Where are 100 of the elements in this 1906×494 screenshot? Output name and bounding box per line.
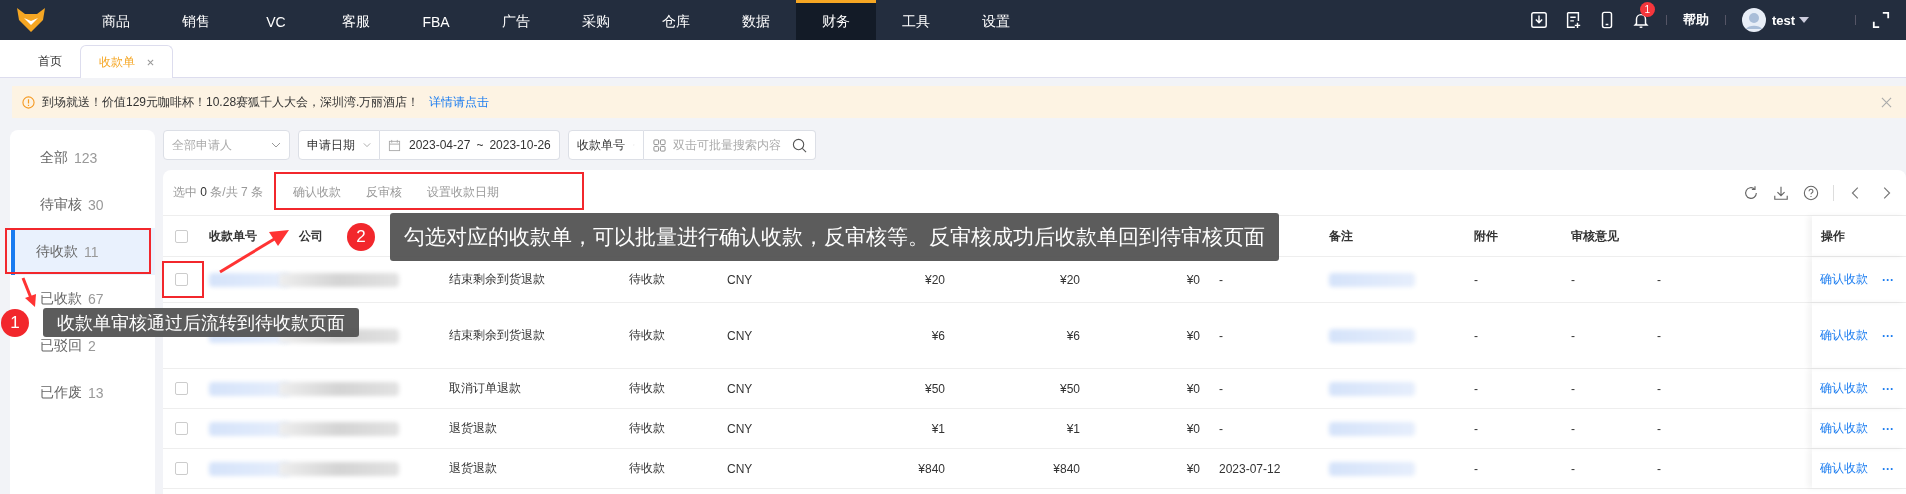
nav-item[interactable]: 仓库 [636,0,716,40]
confirm-link[interactable]: 确认收款 [1820,460,1868,477]
close-icon[interactable] [147,58,154,66]
checkbox[interactable] [175,273,188,286]
table-cell-text: 待收款 [628,420,666,437]
table-cell-text: - [1218,271,1224,289]
table-cell-text: - [1473,460,1479,478]
table-cell-text: ¥1 [930,420,946,438]
date-range-field[interactable]: 2023-04-27 ~ 2023-10-26 [380,130,560,160]
table-cell-text: - [1570,380,1576,398]
chevron-down-icon [271,142,281,148]
chevron-down-icon [363,142,371,148]
status-item[interactable]: 待收款 11 [11,228,155,275]
table-cell-text: - [1570,460,1576,478]
more-button[interactable]: ··· [1882,328,1894,343]
help-link[interactable]: 帮助 [1682,11,1709,29]
avatar-icon[interactable] [1741,8,1766,32]
confirm-link[interactable]: 确认收款 [1820,380,1868,397]
nav-item[interactable]: VC [236,0,316,40]
search-field[interactable]: 双击可批量搜索内容 [644,130,816,160]
warning-icon [22,95,35,109]
table-cell-text: ¥6 [930,327,946,345]
table-cell-text: - [1570,327,1576,345]
table-cell-text: ¥50 [1058,380,1081,398]
table-cell-text: ¥20 [923,271,946,289]
table-cell-text: ¥6 [1065,327,1081,345]
grid-icon[interactable] [653,139,666,152]
table-cell-text: - [1473,327,1479,345]
help-icon[interactable] [1803,184,1819,201]
fullscreen-icon[interactable] [1872,11,1890,29]
annotation-tooltip: 收款单审核通过后流转到待收款页面 [43,308,359,337]
table-cell-text: ¥0 [1185,327,1201,345]
table-cell-text: ¥840 [1052,460,1081,478]
confirm-link[interactable]: 确认收款 [1820,271,1868,288]
table-cell-text: 待收款 [628,271,666,288]
checkbox[interactable] [175,422,188,435]
selection-count: 选中 0 条/共 7 条 [173,184,264,201]
column-header: 审核意见 [1571,227,1619,245]
more-button[interactable]: ··· [1882,272,1894,287]
table-cell-text: - [1656,460,1662,478]
status-item[interactable]: 待审核 30 [11,181,155,228]
date-type-select[interactable]: 申请日期 [298,130,380,160]
status-item[interactable]: 全部 123 [11,134,155,181]
table-cell-text: 退货退款 [448,420,498,437]
notification-badge: 1 [1639,2,1655,17]
more-button[interactable]: ··· [1882,421,1894,436]
table-cell-text: CNY [726,420,754,438]
table-cell-text: ¥0 [1185,380,1201,398]
search-field-select[interactable]: 收款单号 [568,130,644,160]
refresh-icon[interactable] [1743,184,1759,201]
checkbox[interactable] [175,462,188,475]
nav-item[interactable]: FBA [396,0,476,40]
confirm-link[interactable]: 确认收款 [1820,327,1868,344]
table-cell-text: CNY [726,460,754,478]
checkbox[interactable] [175,229,188,243]
column-header: 操作 [1821,227,1845,245]
table-cell-text: - [1218,380,1224,398]
confirm-link[interactable]: 确认收款 [1820,420,1868,437]
table-cell-text: 待收款 [628,327,666,344]
table-cell-text: - [1656,420,1662,438]
nav-item[interactable]: 设置 [956,0,1036,40]
table-cell-text: ¥0 [1185,460,1201,478]
table-cell-text: 2023-07-12 [1218,460,1282,478]
table-cell-text: ¥840 [917,460,946,478]
nav-item[interactable]: 销售 [156,0,236,40]
column-header: 附件 [1474,227,1498,245]
table-cell-text: 待收款 [628,380,666,397]
table-cell-text: 结束剩余到货退款 [448,327,546,344]
table-cell-text: - [1218,327,1224,345]
search-icon[interactable] [792,138,807,153]
nav-item[interactable]: 采购 [556,0,636,40]
table-cell-text: 结束剩余到货退款 [448,271,546,288]
calendar-icon [388,138,401,152]
user-menu[interactable]: test [1771,12,1795,28]
nav-item[interactable]: 客服 [316,0,396,40]
table-cell-text: ¥0 [1185,420,1201,438]
table-cell-text: - [1570,271,1576,289]
details-link[interactable]: 详情请点击 [429,93,490,111]
bell-icon[interactable] [1631,11,1650,29]
nav-item[interactable]: 数据 [716,0,796,40]
fox-logo-icon[interactable] [16,7,46,33]
status-item[interactable]: 已作废 13 [11,369,155,416]
nav-item[interactable]: 财务 [796,0,876,40]
nav-item[interactable]: 广告 [476,0,556,40]
table-cell-text: CNY [726,271,754,289]
table-cell-text: ¥0 [1185,271,1201,289]
checkbox[interactable] [175,382,188,395]
table-cell-text: 退货退款 [448,460,498,477]
nav-item[interactable]: 工具 [876,0,956,40]
column-header: 公司 [299,227,323,245]
table-cell-text: 取消订单退款 [448,380,522,397]
nav-item[interactable]: 商品 [76,0,156,40]
highlight-frame [162,261,204,298]
arrow [20,276,38,308]
table-cell-text: CNY [726,380,754,398]
more-button[interactable]: ··· [1882,381,1894,396]
table-cell-text: - [1473,380,1479,398]
table-cell-text: CNY [726,327,754,345]
page-tab[interactable]: 首页 [20,45,80,77]
more-button[interactable]: ··· [1882,461,1894,476]
